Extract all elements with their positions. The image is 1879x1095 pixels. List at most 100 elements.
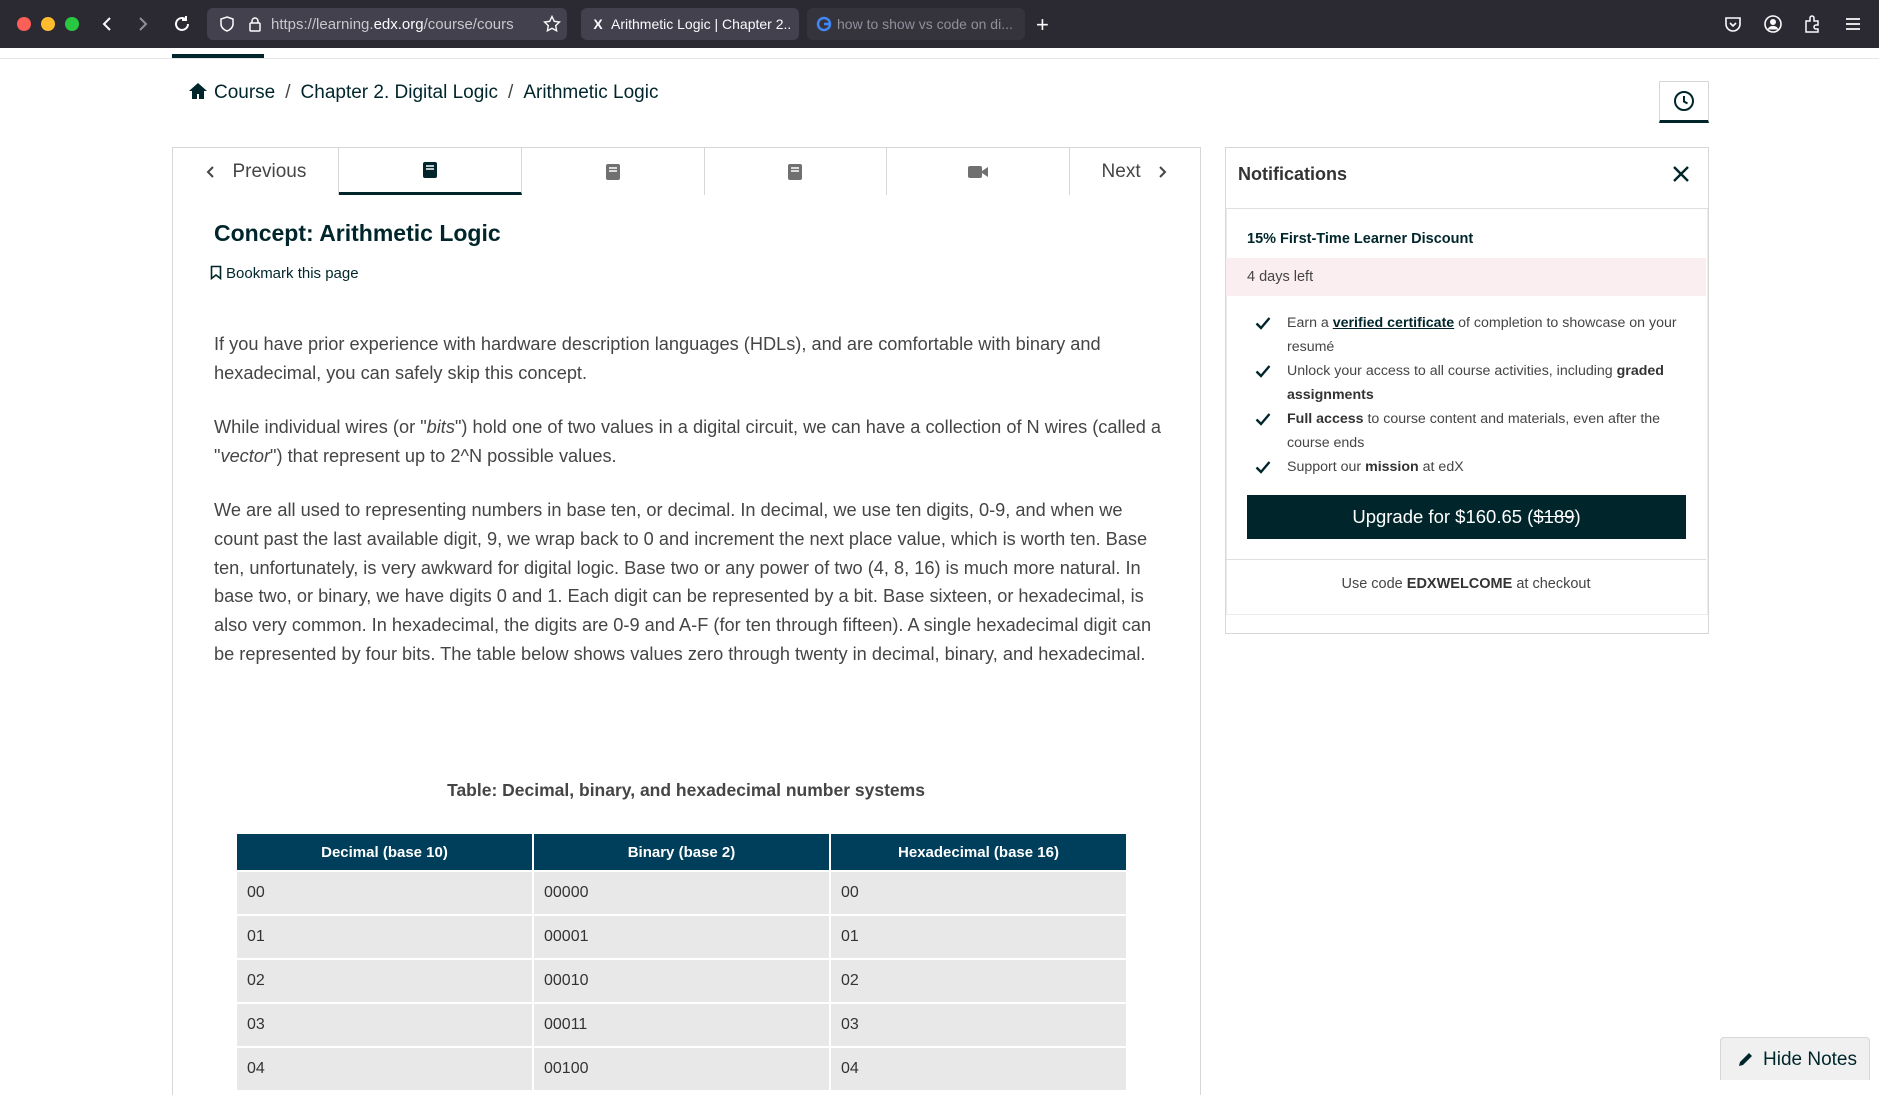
extensions-icon[interactable] xyxy=(1801,13,1823,35)
table-cell: 04 xyxy=(237,1048,532,1090)
hide-notes-label: Hide Notes xyxy=(1763,1049,1857,1070)
address-bar[interactable]: https://learning.edx.org/course/cours xyxy=(207,8,567,40)
book-icon xyxy=(605,163,620,180)
tab-title: Arithmetic Logic | Chapter 2... xyxy=(611,16,791,32)
close-icon[interactable] xyxy=(1670,163,1692,185)
paragraph-number-systems: We are all used to representing numbers … xyxy=(214,500,1152,664)
forward-icon[interactable] xyxy=(130,12,154,36)
column-header: Binary (base 2) xyxy=(534,834,829,870)
chevron-left-icon xyxy=(207,165,215,178)
check-icon xyxy=(1255,413,1271,426)
url-prefix: https://learning. xyxy=(271,16,374,33)
unit-tab-4[interactable] xyxy=(887,148,1071,195)
benefit-text: Support our xyxy=(1287,459,1366,475)
benefit-item: Support our mission at edX xyxy=(1255,455,1695,479)
benefit-emphasis: mission xyxy=(1365,459,1419,475)
next-button[interactable]: Next xyxy=(1070,148,1200,195)
unit-tab-3[interactable] xyxy=(705,148,888,195)
breadcrumb-course[interactable]: Course xyxy=(214,82,275,103)
previous-button[interactable]: Previous xyxy=(173,148,339,195)
url-text: https://learning.edx.org/course/cours xyxy=(271,16,521,33)
paragraph-text: While individual wires (or " xyxy=(214,417,427,437)
table-cell: 01 xyxy=(237,916,532,958)
book-icon xyxy=(788,163,803,180)
history-button[interactable] xyxy=(1659,81,1709,123)
column-header: Hexadecimal (base 16) xyxy=(831,834,1126,870)
check-icon xyxy=(1255,365,1271,378)
table-cell: 01 xyxy=(831,916,1126,958)
hide-notes-button[interactable]: Hide Notes xyxy=(1720,1037,1870,1080)
sequence-navigation: Previous Next xyxy=(172,147,1201,196)
browser-toolbar: https://learning.edx.org/course/cours X … xyxy=(0,0,1879,48)
breadcrumb-separator: / xyxy=(508,82,514,103)
discount-code-note: Use code EDXWELCOME at checkout xyxy=(1226,576,1706,592)
maximize-window-button[interactable] xyxy=(65,17,79,31)
url-host: edx.org xyxy=(373,16,424,33)
table-cell: 03 xyxy=(237,1004,532,1046)
unit-tab-2[interactable] xyxy=(522,148,705,195)
back-icon[interactable] xyxy=(96,12,120,36)
paragraph-text: ") that represent up to 2^N possible val… xyxy=(270,445,617,466)
unit-title: Concept: Arithmetic Logic xyxy=(214,220,501,246)
home-icon[interactable] xyxy=(188,82,208,106)
url-path: /course/cours xyxy=(423,16,514,33)
video-icon xyxy=(968,165,989,178)
account-icon[interactable] xyxy=(1762,13,1784,35)
promo-title: 15% First-Time Learner Discount xyxy=(1247,231,1474,247)
benefit-item: Full access to course content and materi… xyxy=(1255,407,1695,455)
star-icon[interactable] xyxy=(543,15,561,33)
minimize-window-button[interactable] xyxy=(41,17,55,31)
table-row: 02 00010 02 xyxy=(237,960,1126,1002)
table-cell: 02 xyxy=(831,960,1126,1002)
breadcrumb-chapter[interactable]: Chapter 2. Digital Logic xyxy=(301,82,499,103)
notifications-title: Notifications xyxy=(1238,164,1348,184)
close-window-button[interactable] xyxy=(17,17,31,31)
benefit-item: Earn a verified certificate of completio… xyxy=(1255,311,1695,359)
code-text: Use code xyxy=(1341,576,1407,592)
pocket-icon[interactable] xyxy=(1722,13,1744,35)
table-row: 01 00001 01 xyxy=(237,916,1126,958)
table-cell: 03 xyxy=(831,1004,1126,1046)
table-cell: 00 xyxy=(237,872,532,914)
table-cell: 04 xyxy=(831,1048,1126,1090)
table-caption: Table: Decimal, binary, and hexadecimal … xyxy=(447,780,925,800)
code-text: at checkout xyxy=(1512,576,1591,592)
table-cell: 00100 xyxy=(534,1048,829,1090)
edx-icon: X xyxy=(593,16,603,32)
breadcrumb-separator: / xyxy=(285,82,291,103)
days-left-text: 4 days left xyxy=(1247,269,1314,285)
lock-icon[interactable] xyxy=(247,16,263,32)
term-vector: vector xyxy=(220,445,270,466)
bookmark-button[interactable]: Bookmark this page xyxy=(210,265,359,282)
verified-certificate-link[interactable]: verified certificate xyxy=(1333,315,1454,331)
clock-icon xyxy=(1674,91,1694,111)
table-cell: 00010 xyxy=(534,960,829,1002)
breadcrumb-unit[interactable]: Arithmetic Logic xyxy=(523,82,658,103)
reload-icon[interactable] xyxy=(170,12,194,36)
benefit-emphasis: Full access xyxy=(1287,411,1364,427)
benefit-text: at edX xyxy=(1418,459,1464,475)
benefit-text: Earn a xyxy=(1287,315,1333,331)
shield-icon[interactable] xyxy=(219,16,235,32)
browser-tab[interactable]: how to show vs code on di... xyxy=(807,8,1025,40)
book-icon xyxy=(422,162,437,178)
table-cell: 00000 xyxy=(534,872,829,914)
next-label: Next xyxy=(1101,160,1141,182)
unit-tab-1[interactable] xyxy=(338,148,522,195)
column-header: Decimal (base 10) xyxy=(237,834,532,870)
bookmark-label: Bookmark this page xyxy=(226,265,359,282)
benefit-item: Unlock your access to all course activit… xyxy=(1255,359,1695,407)
browser-tab-active[interactable]: X Arithmetic Logic | Chapter 2... xyxy=(581,8,799,40)
check-icon xyxy=(1255,461,1271,474)
header-divider xyxy=(0,58,1879,59)
code-divider xyxy=(1226,559,1706,560)
table-cell: 00 xyxy=(831,872,1126,914)
menu-icon[interactable] xyxy=(1842,13,1864,35)
google-icon xyxy=(816,8,832,40)
upgrade-button[interactable]: Upgrade for $160.65 ($189) xyxy=(1247,495,1686,539)
paragraph-hdl-note: If you have prior experience with hardwa… xyxy=(214,334,1101,383)
table-header-row: Decimal (base 10) Binary (base 2) Hexade… xyxy=(237,834,1126,870)
bookmark-icon xyxy=(210,265,222,281)
previous-label: Previous xyxy=(232,160,307,182)
new-tab-icon[interactable]: + xyxy=(1036,12,1049,38)
